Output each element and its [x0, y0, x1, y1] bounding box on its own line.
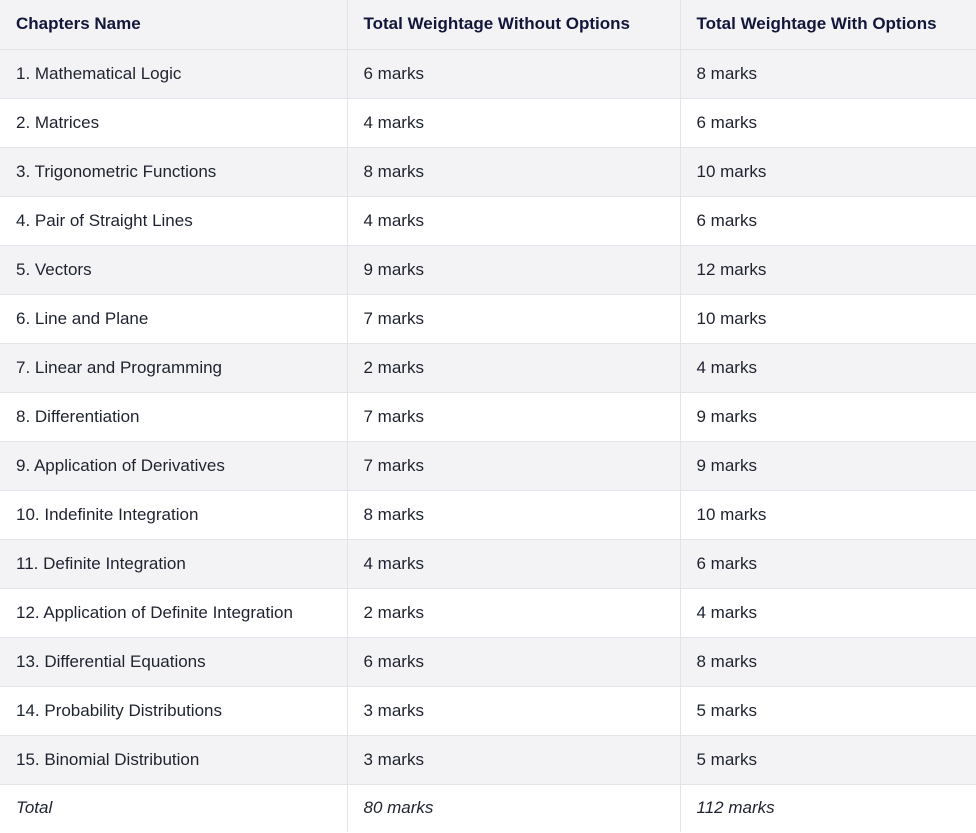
- chapter-name-cell: 10. Indefinite Integration: [0, 489, 348, 539]
- with-options-cell: 9 marks: [680, 391, 976, 441]
- table-row: 5. Vectors 9 marks 12 marks: [0, 244, 976, 294]
- total-label-cell: Total: [0, 783, 348, 832]
- without-options-cell: 6 marks: [347, 48, 681, 98]
- table-row: 12. Application of Definite Integration …: [0, 587, 976, 637]
- table-row: 15. Binomial Distribution 3 marks 5 mark…: [0, 734, 976, 784]
- total-row: Total 80 marks 112 marks: [0, 783, 976, 832]
- table-body: 1. Mathematical Logic 6 marks 8 marks 2.…: [0, 48, 976, 832]
- chapter-name-cell: 13. Differential Equations: [0, 636, 348, 686]
- without-options-cell: 8 marks: [347, 489, 681, 539]
- table-row: 13. Differential Equations 6 marks 8 mar…: [0, 636, 976, 686]
- table-row: 8. Differentiation 7 marks 9 marks: [0, 391, 976, 441]
- without-options-cell: 3 marks: [347, 734, 681, 784]
- chapter-name-cell: 12. Application of Definite Integration: [0, 587, 348, 637]
- table-row: 7. Linear and Programming 2 marks 4 mark…: [0, 342, 976, 392]
- without-options-cell: 8 marks: [347, 146, 681, 196]
- with-options-cell: 6 marks: [680, 538, 976, 588]
- table-row: 3. Trigonometric Functions 8 marks 10 ma…: [0, 146, 976, 196]
- with-options-cell: 8 marks: [680, 48, 976, 98]
- with-options-cell: 5 marks: [680, 685, 976, 735]
- chapter-name-cell: 6. Line and Plane: [0, 293, 348, 343]
- with-options-cell: 12 marks: [680, 244, 976, 294]
- without-options-cell: 2 marks: [347, 587, 681, 637]
- total-without-options-cell: 80 marks: [347, 783, 681, 832]
- header-weightage-with-options: Total Weightage With Options: [680, 0, 976, 49]
- without-options-cell: 4 marks: [347, 97, 681, 147]
- chapter-weightage-table: Chapters Name Total Weightage Without Op…: [0, 0, 976, 832]
- with-options-cell: 5 marks: [680, 734, 976, 784]
- without-options-cell: 7 marks: [347, 440, 681, 490]
- without-options-cell: 4 marks: [347, 195, 681, 245]
- total-with-options-cell: 112 marks: [680, 783, 976, 832]
- chapter-name-cell: 3. Trigonometric Functions: [0, 146, 348, 196]
- chapter-name-cell: 4. Pair of Straight Lines: [0, 195, 348, 245]
- without-options-cell: 6 marks: [347, 636, 681, 686]
- without-options-cell: 3 marks: [347, 685, 681, 735]
- with-options-cell: 4 marks: [680, 342, 976, 392]
- without-options-cell: 7 marks: [347, 391, 681, 441]
- without-options-cell: 7 marks: [347, 293, 681, 343]
- without-options-cell: 4 marks: [347, 538, 681, 588]
- chapter-name-cell: 8. Differentiation: [0, 391, 348, 441]
- chapter-name-cell: 9. Application of Derivatives: [0, 440, 348, 490]
- chapter-name-cell: 14. Probability Distributions: [0, 685, 348, 735]
- without-options-cell: 2 marks: [347, 342, 681, 392]
- chapter-name-cell: 1. Mathematical Logic: [0, 48, 348, 98]
- table-row: 4. Pair of Straight Lines 4 marks 6 mark…: [0, 195, 976, 245]
- table-row: 6. Line and Plane 7 marks 10 marks: [0, 293, 976, 343]
- without-options-cell: 9 marks: [347, 244, 681, 294]
- with-options-cell: 10 marks: [680, 293, 976, 343]
- with-options-cell: 6 marks: [680, 97, 976, 147]
- header-row: Chapters Name Total Weightage Without Op…: [0, 0, 976, 49]
- chapter-name-cell: 5. Vectors: [0, 244, 348, 294]
- with-options-cell: 9 marks: [680, 440, 976, 490]
- with-options-cell: 6 marks: [680, 195, 976, 245]
- with-options-cell: 4 marks: [680, 587, 976, 637]
- table-header: Chapters Name Total Weightage Without Op…: [0, 0, 976, 49]
- table-row: 1. Mathematical Logic 6 marks 8 marks: [0, 48, 976, 98]
- table-row: 14. Probability Distributions 3 marks 5 …: [0, 685, 976, 735]
- header-weightage-without-options: Total Weightage Without Options: [347, 0, 681, 49]
- chapter-name-cell: 11. Definite Integration: [0, 538, 348, 588]
- with-options-cell: 10 marks: [680, 489, 976, 539]
- chapter-name-cell: 15. Binomial Distribution: [0, 734, 348, 784]
- chapter-name-cell: 2. Matrices: [0, 97, 348, 147]
- chapter-name-cell: 7. Linear and Programming: [0, 342, 348, 392]
- weightage-table-container: Chapters Name Total Weightage Without Op…: [0, 0, 976, 833]
- table-row: 10. Indefinite Integration 8 marks 10 ma…: [0, 489, 976, 539]
- table-row: 2. Matrices 4 marks 6 marks: [0, 97, 976, 147]
- table-row: 9. Application of Derivatives 7 marks 9 …: [0, 440, 976, 490]
- with-options-cell: 8 marks: [680, 636, 976, 686]
- table-row: 11. Definite Integration 4 marks 6 marks: [0, 538, 976, 588]
- with-options-cell: 10 marks: [680, 146, 976, 196]
- header-chapters-name: Chapters Name: [0, 0, 348, 49]
